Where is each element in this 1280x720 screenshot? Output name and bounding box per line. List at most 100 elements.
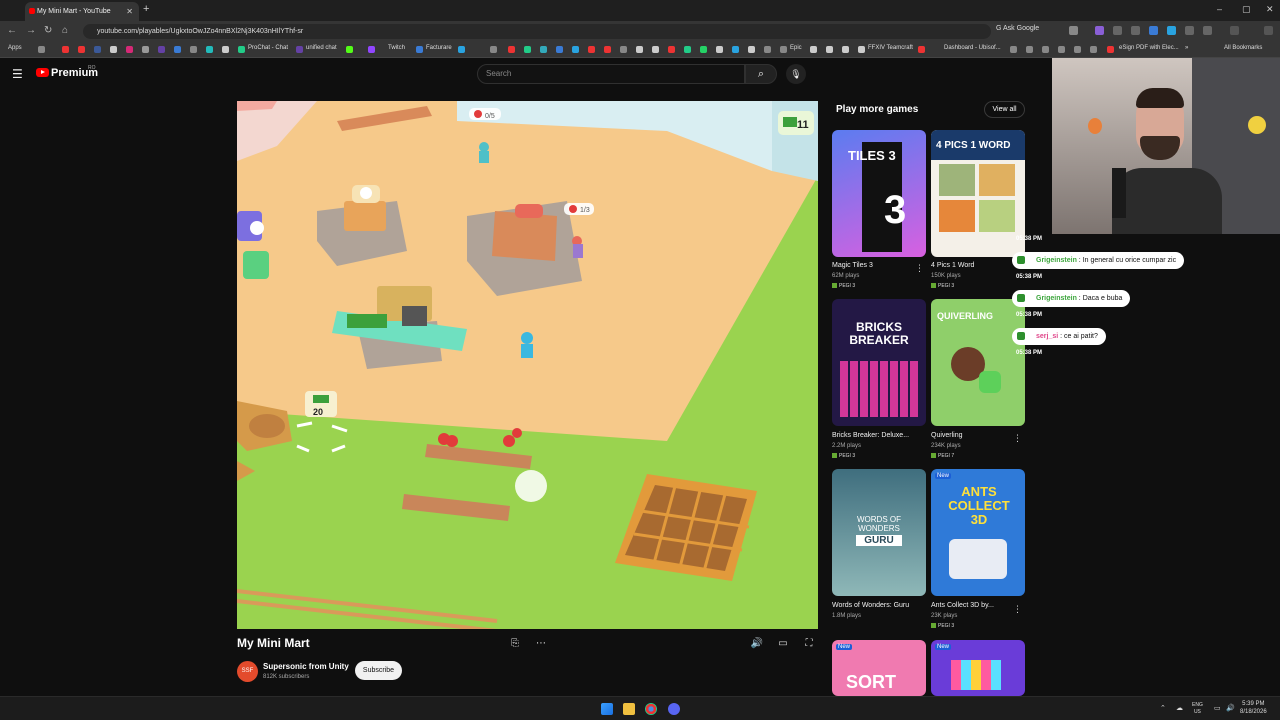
file-explorer-icon[interactable] [623, 703, 635, 715]
youtube-logo-icon[interactable] [36, 68, 49, 77]
chat-text: Daca e buba [1082, 295, 1123, 302]
bookmark-star-icon[interactable] [1069, 26, 1078, 35]
game-card-blocks[interactable]: New [931, 640, 1025, 696]
chrome-icon[interactable] [645, 703, 657, 715]
volume-icon[interactable]: 🔊 [1226, 704, 1235, 712]
theater-mode-icon[interactable]: ▭ [774, 638, 792, 652]
extension-icon[interactable] [1167, 26, 1176, 35]
bookmark-apps[interactable]: Apps [8, 45, 22, 51]
play-count: 62M plays [832, 273, 860, 279]
bookmark-twitch[interactable]: Twitch [388, 45, 405, 51]
maximize-icon[interactable]: ▢ [1242, 4, 1251, 15]
game-card-magic-tiles[interactable]: TILES 3 3 [832, 130, 926, 257]
browser-menu-icon[interactable] [1264, 26, 1273, 35]
profile-icon[interactable] [1230, 26, 1239, 35]
card-art-text: 4 PICS 1 WORD [936, 140, 1011, 151]
back-icon[interactable]: ← [7, 25, 17, 36]
more-options-icon[interactable]: ⋮ [1013, 604, 1022, 615]
ask-google-button[interactable]: G Ask Google [996, 25, 1039, 32]
play-count: 150K plays [931, 273, 961, 279]
close-window-icon[interactable]: ✕ [1266, 4, 1274, 15]
game-canvas[interactable]: 11 20 0/5 1/3 [237, 101, 818, 629]
card-art-text: WORDS OF WONDERS [857, 515, 901, 533]
play-count: 23K plays [931, 613, 958, 619]
url-field[interactable]: youtube.com/playables/UgkxtoOwJZo4nnBXl2… [83, 24, 991, 39]
game-card-4-pics[interactable]: 4 PICS 1 WORD [931, 130, 1025, 257]
search-icon[interactable]: ⌕ [745, 64, 777, 84]
extension-icon[interactable] [1113, 26, 1122, 35]
more-options-icon[interactable]: ⋮ [915, 263, 924, 274]
forward-icon[interactable]: → [26, 25, 36, 36]
tray-overflow-icon[interactable]: ⌃ [1160, 704, 1166, 712]
age-rating: PEGI 7 [931, 453, 954, 459]
age-rating: PEGI 3 [832, 283, 855, 289]
game-card-words-of-wonders[interactable]: WORDS OF WONDERS GURU [832, 469, 926, 596]
close-tab-icon[interactable]: ✕ [126, 2, 133, 21]
chat-timestamp: 05:38 PM [1016, 274, 1043, 280]
game-title[interactable]: Magic Tiles 3 [832, 262, 873, 269]
chat-timestamp: 05:38 PM [1016, 312, 1043, 318]
channel-name[interactable]: Supersonic from Unity [263, 662, 349, 671]
windows-taskbar: ⌃ ☁ ENG US ▭ 🔊 5:39 PM 8/18/2026 [0, 696, 1280, 720]
minimize-icon[interactable]: – [1217, 4, 1222, 14]
windows-start-icon[interactable] [601, 703, 613, 715]
extension-icon[interactable] [1149, 26, 1158, 35]
new-badge: New [836, 644, 853, 650]
volume-icon[interactable]: 🔊 [748, 638, 766, 652]
channel-avatar[interactable]: SSF [237, 661, 258, 682]
game-card-sort[interactable]: New SORT [832, 640, 926, 696]
card-art-text: TILES 3 [848, 148, 896, 163]
card-art-text: BRICKS BREAKER [849, 320, 909, 347]
age-rating: PEGI 3 [832, 453, 855, 459]
discord-icon[interactable] [668, 703, 680, 715]
bookmark-epic[interactable]: Epic [790, 45, 802, 51]
game-card-bricks-breaker[interactable]: BRICKS BREAKER [832, 299, 926, 426]
view-all-button[interactable]: View all [984, 101, 1025, 118]
play-count: 1.8M plays [832, 613, 862, 619]
network-icon[interactable]: ▭ [1214, 704, 1221, 712]
youtube-favicon-icon [29, 8, 35, 14]
system-clock[interactable]: 5:39 PM 8/18/2026 [1240, 700, 1267, 716]
microphone-icon[interactable]: 🎙 [786, 64, 806, 84]
language-indicator[interactable]: ENG US [1192, 702, 1203, 716]
bookmark-unified-chat[interactable]: unified chat [306, 45, 337, 51]
chat-message: Grigeinstein : Daca e buba [1012, 290, 1131, 307]
reload-icon[interactable]: ↻ [44, 25, 52, 36]
bookmark-all-bookmarks[interactable]: All Bookmarks [1224, 45, 1262, 51]
play-count: 234K plays [931, 443, 961, 449]
extension-icon[interactable] [1095, 26, 1104, 35]
bookmarks-overflow-icon[interactable]: » [1185, 45, 1188, 51]
bookmark-ffxiv-teamcraft[interactable]: FFXIV Teamcraft [868, 45, 913, 51]
chat-timestamp: 05:38 PM [1016, 350, 1043, 356]
fullscreen-icon[interactable]: ⛶ [800, 638, 818, 652]
bookmark-facturare[interactable]: Facturare [426, 45, 452, 51]
game-title[interactable]: Words of Wonders: Guru [832, 602, 909, 609]
game-title[interactable]: Ants Collect 3D by... [931, 602, 994, 609]
tab-title: My Mini Mart - YouTube [37, 8, 111, 15]
subscribe-button[interactable]: Subscribe [355, 661, 402, 680]
onedrive-icon[interactable]: ☁ [1176, 704, 1183, 712]
game-title[interactable]: Bricks Breaker: Deluxe... [832, 432, 909, 439]
subscriber-count: 812K subscribers [263, 674, 310, 680]
game-title[interactable]: 4 Pics 1 Word [931, 262, 974, 269]
game-scene: 11 20 0/5 1/3 [237, 101, 818, 629]
search-input[interactable]: Search [477, 64, 745, 84]
game-card-ants-collect[interactable]: New ANTS COLLECT 3D [931, 469, 1025, 596]
bookmark-ubisoft-dashboard[interactable]: Dashboard - Ubisof... [944, 45, 1001, 51]
more-options-icon[interactable]: ⋯ [532, 638, 550, 652]
new-tab-icon[interactable]: + [143, 3, 149, 15]
extension-icon[interactable] [1185, 26, 1194, 35]
home-icon[interactable]: ⌂ [62, 25, 68, 36]
game-card-quiverling[interactable]: QUIVERLING [931, 299, 1025, 426]
hamburger-menu-icon[interactable]: ☰ [12, 67, 23, 81]
more-options-icon[interactable]: ⋮ [1013, 433, 1022, 444]
game-title[interactable]: Quiverling [931, 432, 963, 439]
bookmark-prochat[interactable]: ProChat - Chat [248, 45, 288, 51]
new-badge: New [935, 644, 952, 650]
card-art-text: SORT [846, 672, 897, 692]
extensions-puzzle-icon[interactable] [1203, 26, 1212, 35]
save-bookmark-icon[interactable]: ⎘ [506, 638, 524, 652]
bookmark-esign[interactable]: eSign PDF with Elec... [1119, 45, 1179, 51]
browser-tab[interactable]: My Mini Mart - YouTube ✕ [25, 2, 139, 21]
extension-icon[interactable] [1131, 26, 1140, 35]
